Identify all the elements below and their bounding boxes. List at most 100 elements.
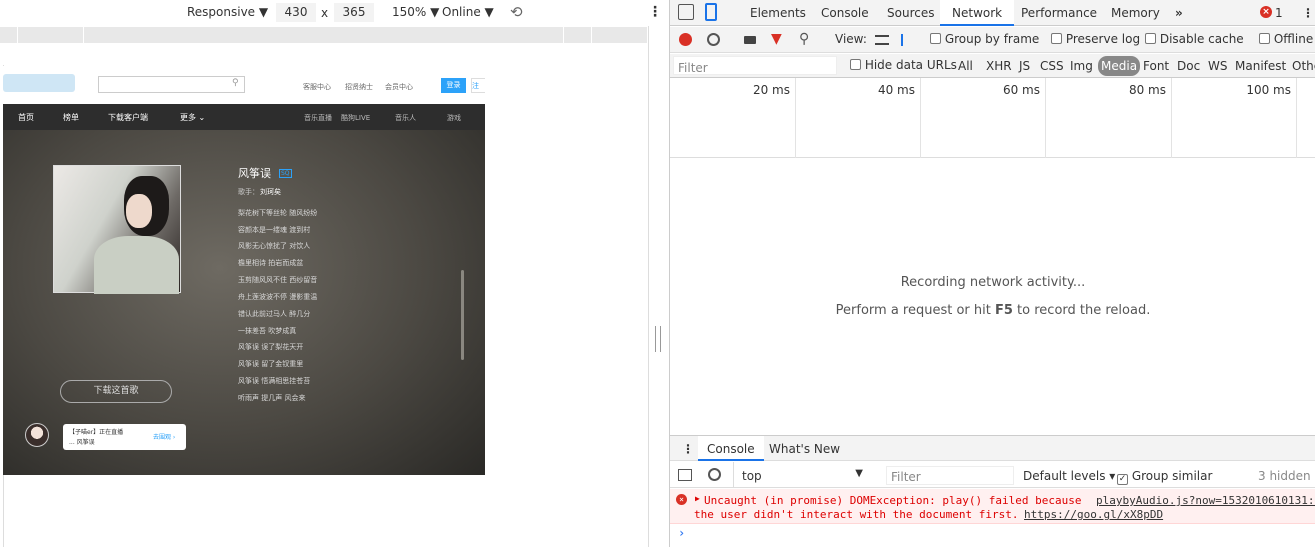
expand-arrow-icon[interactable]: ▶ [695, 494, 700, 503]
group-similar-option[interactable]: ✓ Group similar [1117, 469, 1212, 485]
console-toolbar: top ▼ Filter Default levels ▾ ✓ Group sim… [670, 462, 1315, 488]
width-input[interactable]: 430 [276, 3, 316, 22]
nav-right-live[interactable]: 音乐直播 [304, 113, 332, 123]
tab-network[interactable]: Network [940, 0, 1015, 26]
streamer-avatar[interactable] [25, 423, 49, 447]
disable-cache-option[interactable]: Disable cache [1145, 32, 1244, 46]
network-toolbar: ▼ ⚲ View: Group by frame Preserve log Di… [670, 27, 1315, 53]
drawer-menu-icon[interactable]: ⋮ [682, 442, 694, 456]
group-by-frame-option[interactable]: Group by frame [930, 32, 1039, 46]
filter-type-ws[interactable]: WS [1208, 59, 1227, 73]
preserve-log-option[interactable]: Preserve log [1051, 32, 1140, 46]
nav-item-home[interactable]: 首页 [18, 112, 34, 123]
more-tabs-icon[interactable]: » [1175, 6, 1183, 20]
offline-option[interactable]: Offline [1259, 32, 1313, 46]
download-song-button[interactable]: 下载这首歌 [60, 380, 172, 403]
search-input[interactable] [98, 76, 245, 93]
tab-performance[interactable]: Performance [1021, 6, 1097, 20]
console-error-message[interactable]: × ▶ Uncaught (in promise) DOMException: … [670, 489, 1315, 524]
splitter-handle[interactable] [655, 326, 661, 352]
nav-right-games[interactable]: 游戏 [447, 113, 461, 123]
error-count[interactable]: 1 [1275, 6, 1283, 20]
filter-type-doc[interactable]: Doc [1177, 59, 1200, 73]
tab-console[interactable]: Console [821, 6, 869, 20]
view-label: View: [835, 32, 867, 46]
screenshot-icon[interactable] [744, 36, 756, 44]
nav-item-charts[interactable]: 榜单 [63, 112, 79, 123]
error-help-link[interactable]: https://goo.gl/xX8pDD [1024, 508, 1163, 521]
rotate-icon[interactable]: ⟲ [510, 3, 523, 21]
hide-data-urls-option[interactable]: Hide data URLs [850, 58, 957, 72]
height-input[interactable]: 365 [334, 3, 374, 22]
tab-memory[interactable]: Memory [1111, 6, 1160, 20]
filter-type-css[interactable]: CSS [1040, 59, 1064, 73]
network-overview-timeline[interactable]: 20 ms 40 ms 60 ms 80 ms 100 ms [670, 78, 1315, 158]
filter-type-manifest[interactable]: Manifest [1235, 59, 1286, 73]
filter-type-other[interactable]: Other [1292, 59, 1315, 73]
search-icon[interactable]: ⚲ [232, 78, 239, 88]
large-rows-icon[interactable] [875, 35, 889, 45]
console-clear-icon[interactable] [708, 468, 721, 481]
header-link-jobs[interactable]: 招贤纳士 [345, 82, 373, 92]
filter-type-xhr[interactable]: XHR [986, 59, 1012, 73]
context-select[interactable]: top ▼ [733, 462, 873, 488]
group-similar-checkbox[interactable]: ✓ [1117, 474, 1128, 485]
filter-type-js[interactable]: JS [1019, 59, 1030, 73]
device-select[interactable]: Responsive ▼ [187, 5, 268, 19]
group-by-frame-checkbox[interactable] [930, 33, 941, 44]
zoom-select[interactable]: 150% ▼ [392, 5, 439, 19]
log-levels-select[interactable]: Default levels ▾ [1023, 469, 1115, 483]
lyric-line: 风影无心惊扰了 对饮人 [238, 242, 311, 250]
network-filter-input[interactable]: Filter [673, 56, 837, 75]
tab-sources[interactable]: Sources [887, 6, 934, 20]
filter-type-img[interactable]: Img [1070, 59, 1093, 73]
error-source-link[interactable]: playbyAudio.js?now=1532010610131:1 [1096, 494, 1315, 507]
lyric-line: 梨花树下等丝轮 随风纷纷 [238, 209, 318, 217]
hide-data-urls-checkbox[interactable] [850, 59, 861, 70]
drawer-tab-console[interactable]: Console [698, 436, 764, 461]
drawer-tab-whats-new[interactable]: What's New [769, 442, 840, 456]
device-toggle-icon[interactable] [705, 3, 717, 21]
offline-checkbox[interactable] [1259, 33, 1270, 44]
register-button[interactable]: 注 [471, 78, 485, 93]
clear-icon[interactable] [707, 33, 720, 46]
timeline-tick-label: 20 ms [752, 83, 790, 97]
preserve-log-checkbox[interactable] [1051, 33, 1062, 44]
tab-elements[interactable]: Elements [750, 6, 806, 20]
record-icon[interactable] [679, 33, 692, 46]
nav-right-kugou-live[interactable]: 酷狗LIVE [341, 113, 370, 123]
lyric-line: 玉剪随风风不住 西纱留音 [238, 276, 318, 284]
inspect-element-icon[interactable] [678, 4, 694, 20]
waterfall-icon[interactable] [901, 34, 917, 46]
search-icon[interactable]: ⚲ [799, 31, 809, 47]
nav-item-download[interactable]: 下载客户端 [108, 112, 148, 123]
filter-type-media[interactable]: Media [1098, 56, 1141, 76]
nav-item-more[interactable]: 更多 ⌄ [180, 112, 205, 123]
filter-type-font[interactable]: Font [1143, 59, 1169, 73]
record-hint-prefix: Perform a request or hit [835, 303, 995, 318]
media-query-ruler[interactable] [0, 27, 648, 43]
live-bubble[interactable]: 【子喵er】正在直播 ... 风筝误 去围观 › [63, 424, 186, 450]
network-throttle-select[interactable]: Online ▼ [442, 5, 494, 19]
live-watch-link[interactable]: 去围观 › [153, 432, 175, 441]
console-sidebar-icon[interactable] [678, 469, 692, 481]
device-more-icon[interactable]: ⋮ [648, 5, 662, 21]
kugou-logo[interactable] [3, 74, 75, 92]
singer-name[interactable]: 刘珂矣 [260, 187, 281, 197]
console-filter-input[interactable]: Filter [886, 466, 1014, 485]
offline-label: Offline [1273, 32, 1314, 46]
network-throttle-label: Online [442, 5, 481, 19]
header-link-service[interactable]: 客服中心 [303, 82, 331, 92]
header-link-vip[interactable]: 会员中心 [385, 82, 413, 92]
network-filter-bar: Filter Hide data URLs All XHR JS CSS Img… [670, 54, 1315, 78]
lyrics-scrollbar[interactable] [461, 270, 464, 360]
console-prompt[interactable]: › [670, 524, 1315, 547]
disable-cache-checkbox[interactable] [1145, 33, 1156, 44]
filter-type-all[interactable]: All [958, 59, 973, 73]
login-button[interactable]: 登录 [441, 78, 466, 93]
nav-right-musician[interactable]: 音乐人 [395, 113, 416, 123]
error-icon[interactable]: × [1260, 6, 1272, 18]
devtools-menu-icon[interactable]: ⋮ [1302, 6, 1314, 20]
song-hero: 风筝误 SQ 歌手： 刘珂矣 梨花树下等丝轮 随风纷纷 容颜本是一缕魂 渡到村 … [3, 130, 485, 475]
filter-icon[interactable]: ▼ [771, 31, 782, 47]
